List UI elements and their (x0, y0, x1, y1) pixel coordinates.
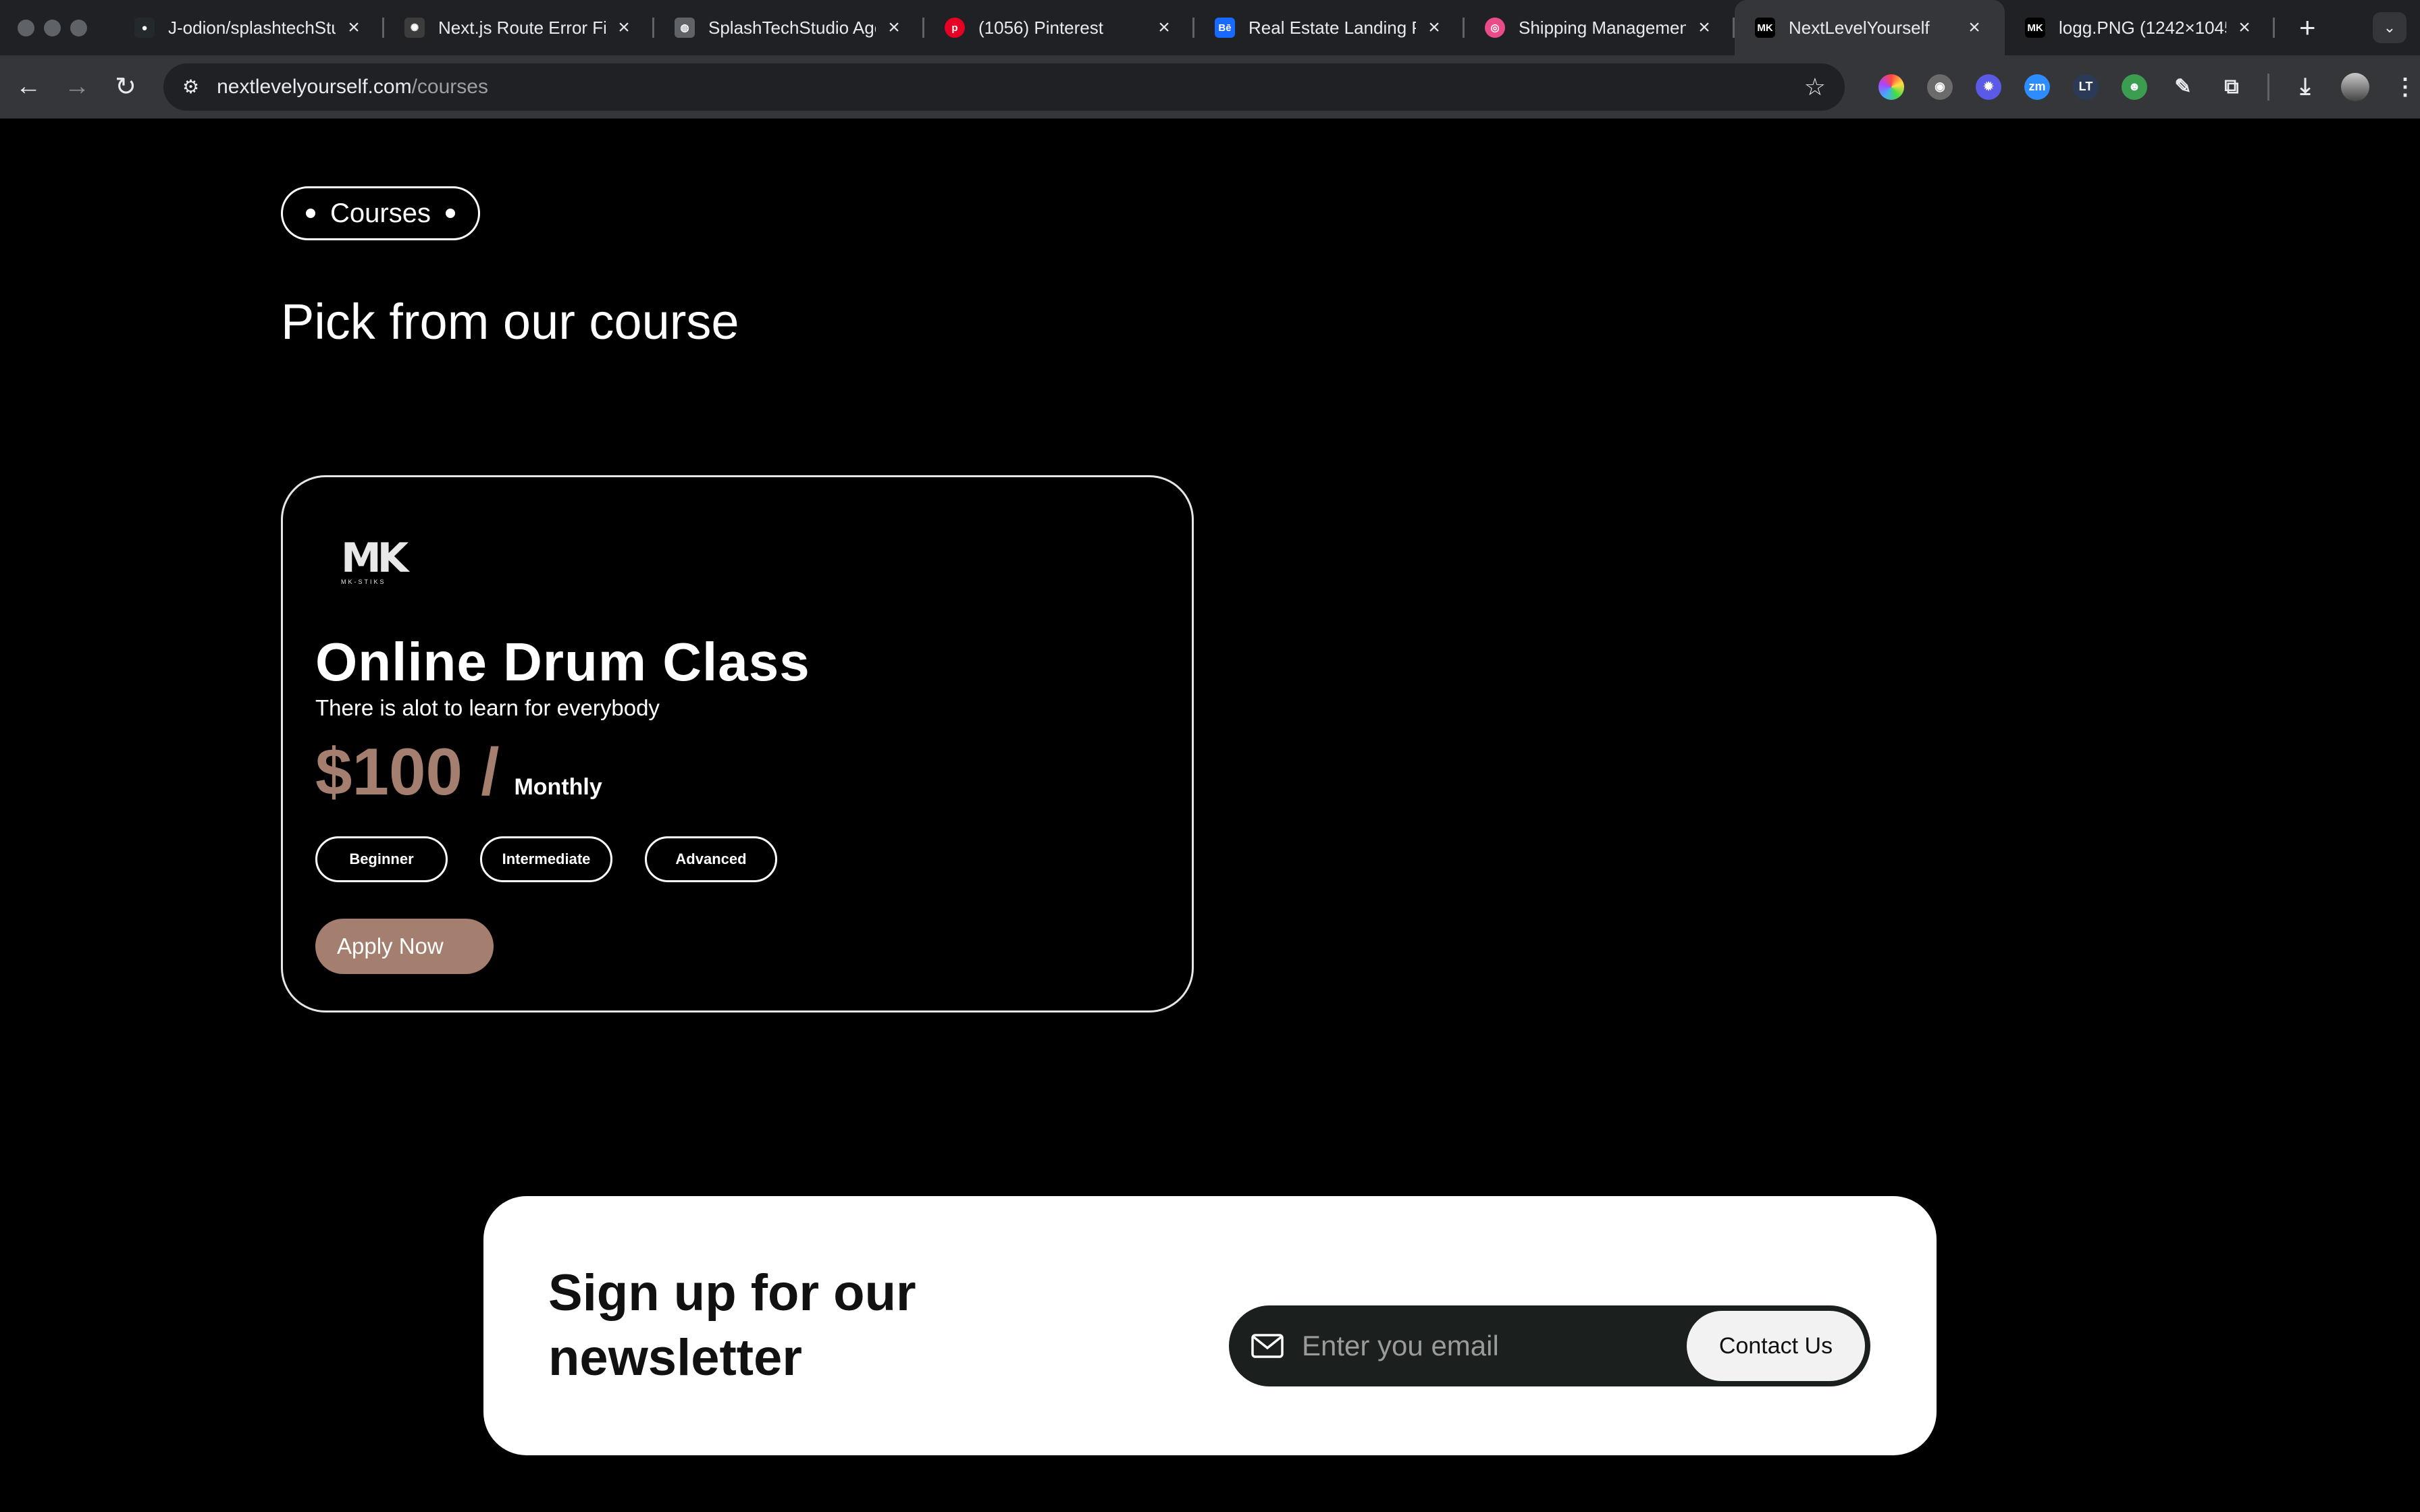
bullet-dot-icon (306, 209, 315, 218)
github-icon: ● (134, 18, 155, 38)
apply-now-button[interactable]: Apply Now (315, 919, 494, 974)
mk-icon: MK (2025, 18, 2045, 38)
tab-title: Next.js Route Error Fix (438, 17, 606, 38)
extensions-puzzle-icon[interactable]: ⧉ (2219, 74, 2244, 100)
tab-title: NextLevelYourself (1789, 17, 1930, 38)
bullet-dot-icon (445, 209, 455, 218)
forward-button[interactable]: → (53, 63, 101, 111)
browser-tab[interactable]: ✺ Next.js Route Error Fix × (384, 0, 654, 55)
tab-title: SplashTechStudio Age (708, 17, 876, 38)
download-icon[interactable]: ⤓ (2292, 74, 2318, 100)
profile-avatar[interactable] (2341, 72, 2369, 101)
site-settings-icon[interactable]: ⚙ (182, 76, 199, 98)
close-tab-icon[interactable]: × (1694, 16, 1714, 39)
back-button[interactable]: ← (4, 63, 53, 111)
level-intermediate-button[interactable]: Intermediate (480, 836, 612, 882)
close-tab-icon[interactable]: × (614, 16, 634, 39)
tab-title: J-odion/splashtechStu (168, 17, 336, 38)
new-tab-button[interactable]: + (2299, 11, 2316, 44)
kebab-menu-icon[interactable]: ⋮ (2392, 74, 2418, 100)
close-tab-icon[interactable]: × (344, 16, 364, 39)
course-subtitle: There is alot to learn for everybody (315, 695, 660, 720)
browser-tab[interactable]: p (1056) Pinterest × (924, 0, 1194, 55)
url-host: nextlevelyourself.com (217, 75, 412, 98)
close-window-button[interactable] (18, 19, 34, 36)
window-controls (18, 19, 87, 36)
mail-icon (1251, 1334, 1284, 1358)
contact-us-button[interactable]: Contact Us (1687, 1311, 1865, 1381)
browser-tab[interactable]: Bē Real Estate Landing Pa × (1194, 0, 1465, 55)
billing-period: Monthly (514, 774, 602, 800)
close-tab-icon[interactable]: × (884, 16, 904, 39)
address-bar[interactable]: ⚙ nextlevelyourself.com /courses ☆ (163, 63, 1845, 111)
tab-search-button[interactable]: ⌄ (2373, 12, 2406, 43)
browser-toolbar: ← → ↻ ⚙ nextlevelyourself.com /courses ☆… (0, 55, 2420, 119)
section-pill-label: Courses (330, 198, 431, 228)
color-picker-extension-icon[interactable] (1878, 74, 1904, 100)
page-content: Courses Pick from our course MK MK-STIKS… (0, 119, 2420, 1512)
level-beginner-button[interactable]: Beginner (315, 836, 448, 882)
url-path: /courses (411, 75, 488, 98)
pinterest-icon: p (945, 18, 965, 38)
browser-tab-bar: ● J-odion/splashtechStu × ✺ Next.js Rout… (0, 0, 2420, 55)
newsletter-form: Contact Us (1229, 1305, 1870, 1386)
tab-title: Real Estate Landing Pa (1248, 17, 1416, 38)
course-title: Online Drum Class (315, 632, 810, 692)
course-price: $100 / (315, 734, 500, 809)
zoom-extension-icon[interactable]: zm (2024, 74, 2050, 100)
lt-extension-icon[interactable]: LT (2073, 74, 2099, 100)
section-pill: Courses (281, 186, 480, 240)
bookmark-star-icon[interactable]: ☆ (1804, 73, 1826, 101)
level-advanced-button[interactable]: Advanced (645, 836, 777, 882)
price-row: $100 / Monthly (315, 734, 602, 810)
mk-logo: MK MK-STIKS (341, 535, 409, 585)
globe-icon: ◍ (675, 18, 695, 38)
browser-tab[interactable]: ● J-odion/splashtechStu × (114, 0, 384, 55)
mk-icon: MK (1755, 18, 1775, 38)
dribbble-icon: ◎ (1485, 18, 1505, 38)
course-card: MK MK-STIKS Online Drum Class There is a… (281, 475, 1194, 1013)
tab-strip: ● J-odion/splashtechStu × ✺ Next.js Rout… (114, 0, 2316, 55)
logo-mark: MK (341, 535, 409, 582)
close-tab-icon[interactable]: × (1424, 16, 1444, 39)
extensions-area: ◉ ✹ zm LT ☻ ✎ ⧉ ⤓ ⋮ (1878, 72, 2418, 101)
browser-tab[interactable]: ◎ Shipping Management × (1465, 0, 1735, 55)
close-tab-icon[interactable]: × (1964, 16, 1984, 39)
maximize-window-button[interactable] (70, 19, 87, 36)
newsletter-section: Sign up for our newsletter Contact Us (483, 1196, 1937, 1455)
tab-title: (1056) Pinterest (978, 17, 1103, 38)
close-tab-icon[interactable]: × (2234, 16, 2255, 39)
gear-extension-icon[interactable]: ✹ (1976, 74, 2001, 100)
browser-tab[interactable]: MK logg.PNG (1242×1045) × (2005, 0, 2275, 55)
eyedropper-extension-icon[interactable]: ✎ (2170, 74, 2196, 100)
close-tab-icon[interactable]: × (1154, 16, 1174, 39)
email-input[interactable] (1302, 1305, 1687, 1386)
newsletter-title: Sign up for our newsletter (548, 1264, 916, 1386)
page-heading: Pick from our course (281, 294, 739, 350)
robot-extension-icon[interactable]: ☻ (2122, 74, 2147, 100)
reload-button[interactable]: ↻ (101, 63, 150, 111)
behance-icon: Bē (1215, 18, 1235, 38)
level-options: Beginner Intermediate Advanced (315, 836, 777, 882)
minimize-window-button[interactable] (44, 19, 61, 36)
openai-icon: ✺ (404, 18, 425, 38)
browser-tab-active[interactable]: MK NextLevelYourself × (1735, 0, 2005, 55)
tab-title: logg.PNG (1242×1045) (2059, 17, 2226, 38)
browser-tab[interactable]: ◍ SplashTechStudio Age × (654, 0, 924, 55)
toolbar-divider (2267, 73, 2269, 101)
screenshot-extension-icon[interactable]: ◉ (1927, 74, 1953, 100)
tab-title: Shipping Management (1519, 17, 1686, 38)
